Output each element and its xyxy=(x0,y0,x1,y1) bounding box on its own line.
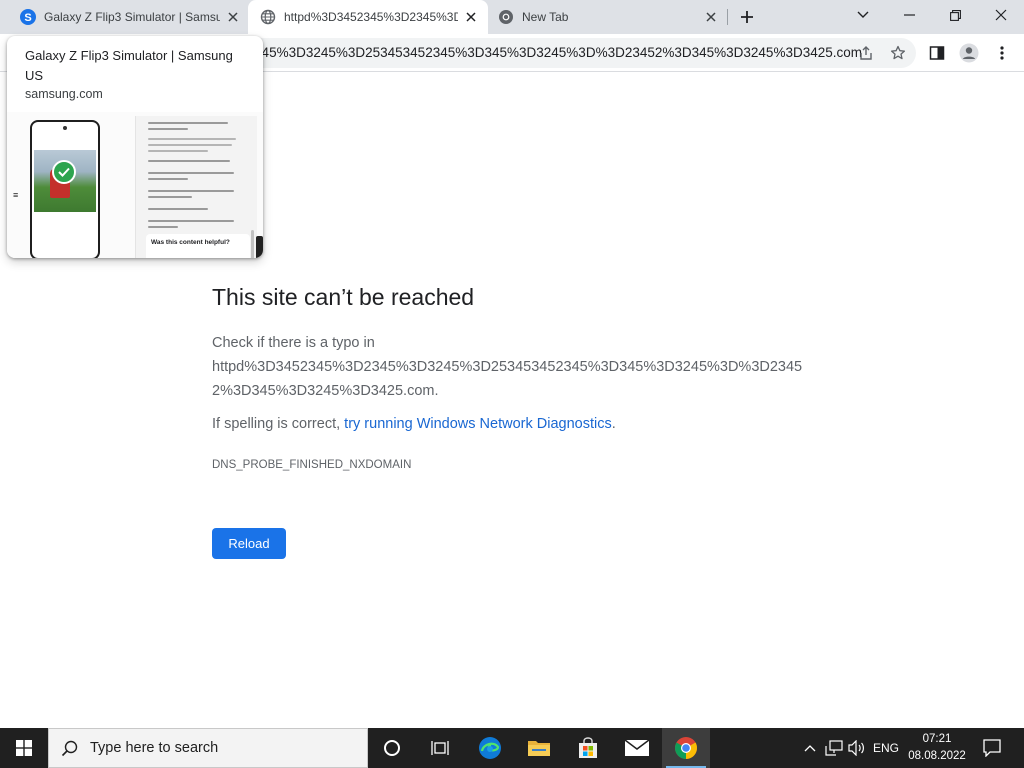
tab-samsung[interactable]: S Galaxy Z Flip3 Simulator | Samsung US xyxy=(0,0,250,34)
checkmark-icon xyxy=(52,160,76,184)
phone-image xyxy=(30,120,100,258)
hover-card-title: Galaxy Z Flip3 Simulator | Samsung US xyxy=(25,48,233,83)
microsoft-store-app[interactable] xyxy=(564,728,612,768)
chevron-up-icon xyxy=(804,745,816,752)
feedback-tab xyxy=(256,236,263,258)
windows-taskbar: Type here to search ENG 07:21 08.08.2022 xyxy=(0,728,1024,768)
minimize-button[interactable] xyxy=(886,0,932,30)
tab-new-tab[interactable]: New Tab xyxy=(488,0,728,34)
preview-scrollbar xyxy=(251,230,254,258)
cortana-icon xyxy=(384,740,400,756)
svg-text:S: S xyxy=(24,12,31,24)
clock-time: 07:21 xyxy=(922,733,952,745)
tab-strip: S Galaxy Z Flip3 Simulator | Samsung US … xyxy=(0,0,1024,34)
show-hidden-icons-button[interactable] xyxy=(800,728,820,768)
taskbar-search-box[interactable]: Type here to search xyxy=(48,728,368,768)
task-view-button[interactable] xyxy=(416,728,464,768)
folder-icon xyxy=(528,741,550,756)
speaker-icon xyxy=(848,740,864,756)
error-url-text: httpd%3D3452345%3D2345%3D3245%3D25345345… xyxy=(212,359,803,399)
tab-hover-card: Galaxy Z Flip3 Simulator | Samsung US sa… xyxy=(7,36,263,258)
network-icon xyxy=(825,740,843,756)
close-window-button[interactable] xyxy=(978,0,1024,30)
samsung-favicon-icon: S xyxy=(20,9,36,25)
menu-kebab-icon[interactable] xyxy=(991,42,1013,64)
system-clock[interactable]: 07:21 08.08.2022 xyxy=(906,731,968,765)
volume-button[interactable] xyxy=(846,728,868,768)
close-tab-icon[interactable] xyxy=(702,8,720,26)
store-icon xyxy=(579,737,597,758)
tab-title: httpd%3D3452345%3D2345%3D3245%3D25345345… xyxy=(284,10,458,24)
tab-title: New Tab xyxy=(522,10,569,24)
feedback-prompt: Was this content helpful? xyxy=(146,234,250,258)
windows-logo-icon xyxy=(16,740,32,756)
task-view-icon xyxy=(431,741,449,755)
globe-icon xyxy=(260,9,276,25)
bookmark-star-icon[interactable] xyxy=(887,42,909,64)
start-button[interactable] xyxy=(0,728,48,768)
search-placeholder: Type here to search xyxy=(90,740,219,756)
close-tab-icon[interactable] xyxy=(462,8,480,26)
cortana-button[interactable] xyxy=(368,728,416,768)
tab-current[interactable]: httpd%3D3452345%3D2345%3D3245%3D25345345… xyxy=(248,0,488,34)
profile-avatar-icon[interactable] xyxy=(958,42,980,64)
chrome-app[interactable] xyxy=(662,728,710,768)
network-button[interactable] xyxy=(822,728,846,768)
hamburger-menu-icon: ≡ xyxy=(13,190,19,200)
action-center-button[interactable] xyxy=(976,728,1008,768)
network-diagnostics-link[interactable]: try running Windows Network Diagnostics xyxy=(344,416,612,432)
edge-app[interactable] xyxy=(466,728,514,768)
edge-icon xyxy=(479,737,501,759)
address-bar-url[interactable]: httpd%3D3452345%3D2345%3D3245%3D25345345… xyxy=(262,45,862,60)
restore-button[interactable] xyxy=(932,0,978,30)
error-check-text: Check if there is a typo in xyxy=(212,335,375,351)
spelling-suffix: . xyxy=(611,416,616,432)
notification-icon xyxy=(983,739,1001,757)
mail-icon xyxy=(624,739,650,756)
error-spelling-text: If spelling is correct, try running Wind… xyxy=(212,416,616,432)
share-icon[interactable] xyxy=(855,42,877,64)
chrome-taskbar-icon xyxy=(675,737,697,759)
chrome-icon xyxy=(498,9,514,25)
search-icon xyxy=(61,740,78,757)
tab-search-button[interactable] xyxy=(840,0,886,30)
error-title: This site can’t be reached xyxy=(212,284,475,310)
new-tab-button[interactable] xyxy=(736,6,758,28)
clock-date: 08.08.2022 xyxy=(908,750,966,762)
side-panel-icon[interactable] xyxy=(926,42,948,64)
close-tab-icon[interactable] xyxy=(224,8,242,26)
error-code: DNS_PROBE_FINISHED_NXDOMAIN xyxy=(212,459,412,471)
instructions-document: Was this content helpful? xyxy=(135,116,257,258)
tab-title: Galaxy Z Flip3 Simulator | Samsung US xyxy=(44,10,220,24)
reload-button[interactable]: Reload xyxy=(212,528,286,559)
camera-notch xyxy=(63,126,67,130)
file-explorer-app[interactable] xyxy=(515,728,563,768)
tab-separator xyxy=(727,9,728,25)
hover-card-preview-thumbnail: ≡ Was this content helpful? xyxy=(7,112,263,258)
hover-card-domain: samsung.com xyxy=(25,87,103,101)
spelling-prefix: If spelling is correct, xyxy=(212,416,345,432)
mail-app[interactable] xyxy=(613,728,661,768)
input-language-button[interactable]: ENG xyxy=(870,728,902,768)
